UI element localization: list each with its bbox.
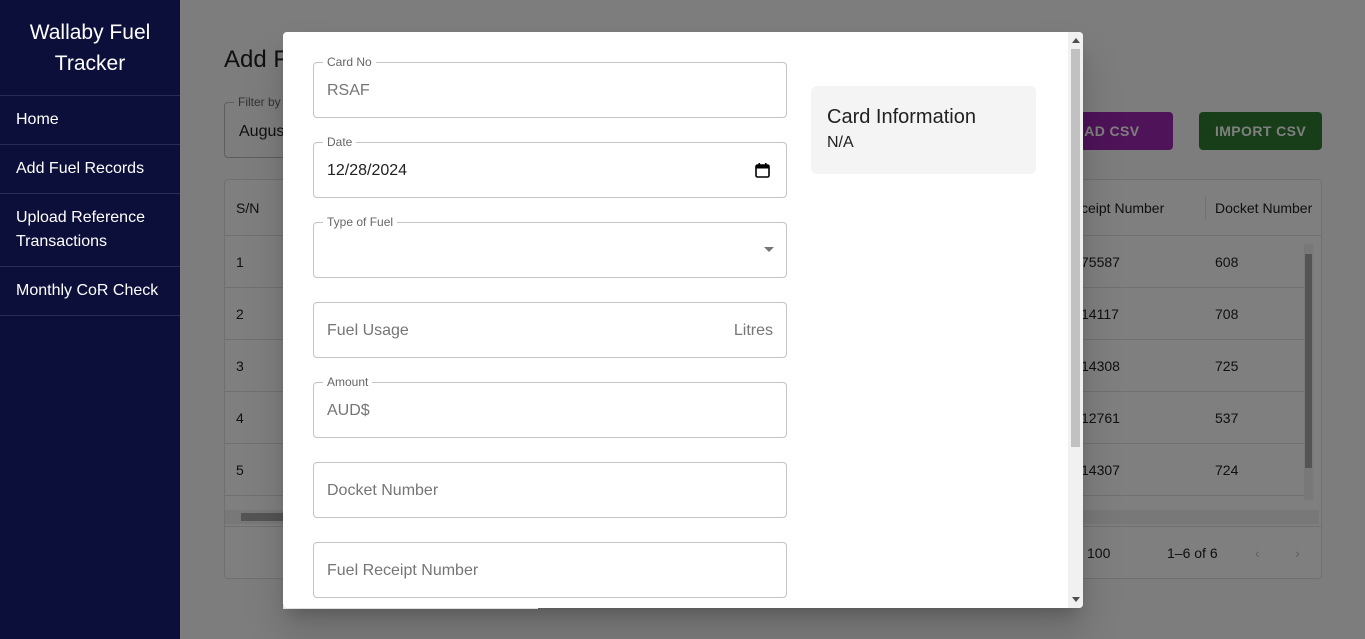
fuel-usage-field[interactable]: Fuel Usage Litres (313, 302, 787, 358)
docket-number-field[interactable]: Docket Number (313, 462, 787, 518)
dialog-bottom-edge (283, 606, 538, 609)
date-value[interactable]: 12/28/2024 (327, 161, 407, 181)
fuel-receipt-number-placeholder: Fuel Receipt Number (327, 562, 479, 579)
calendar-icon[interactable] (755, 163, 770, 178)
app-title: Wallaby Fuel Tracker (0, 0, 180, 96)
dropdown-caret-icon[interactable] (764, 247, 774, 252)
card-no-field[interactable]: Card No RSAF (313, 55, 787, 118)
fuel-usage-unit: Litres (733, 322, 773, 339)
dialog-scrollbar[interactable] (1068, 32, 1083, 608)
date-field[interactable]: Date 12/28/2024 (313, 135, 787, 198)
card-information-panel: Card Information N/A (811, 86, 1036, 174)
add-fuel-record-dialog: Card No RSAF Date 12/28/2024 Type of Fue… (283, 32, 1083, 608)
sidebar: Wallaby Fuel Tracker Home Add Fuel Recor… (0, 0, 180, 639)
amount-prefix: AUD$ (327, 402, 370, 419)
fuel-type-select[interactable]: Type of Fuel (313, 215, 787, 278)
sidebar-item-upload-reference-transactions[interactable]: Upload Reference Transactions (0, 194, 180, 267)
card-no-label: Card No (323, 55, 376, 69)
scroll-up-arrow-icon[interactable] (1072, 38, 1080, 43)
card-information-title: Card Information (827, 106, 976, 128)
fuel-usage-placeholder: Fuel Usage (327, 322, 409, 339)
sidebar-item-home[interactable]: Home (0, 96, 180, 145)
card-no-value[interactable]: RSAF (327, 81, 370, 101)
amount-label: Amount (323, 375, 373, 389)
scroll-down-arrow-icon[interactable] (1072, 597, 1080, 602)
fuel-type-label: Type of Fuel (323, 215, 398, 229)
docket-number-placeholder: Docket Number (327, 482, 439, 499)
sidebar-item-monthly-cor-check[interactable]: Monthly CoR Check (0, 267, 180, 316)
date-label: Date (323, 135, 357, 149)
sidebar-item-add-fuel-records[interactable]: Add Fuel Records (0, 145, 180, 194)
fuel-receipt-number-field[interactable]: Fuel Receipt Number (313, 542, 787, 598)
card-information-value: N/A (827, 134, 854, 151)
amount-field[interactable]: Amount AUD$ (313, 375, 787, 438)
scrollbar-thumb[interactable] (1071, 49, 1080, 447)
